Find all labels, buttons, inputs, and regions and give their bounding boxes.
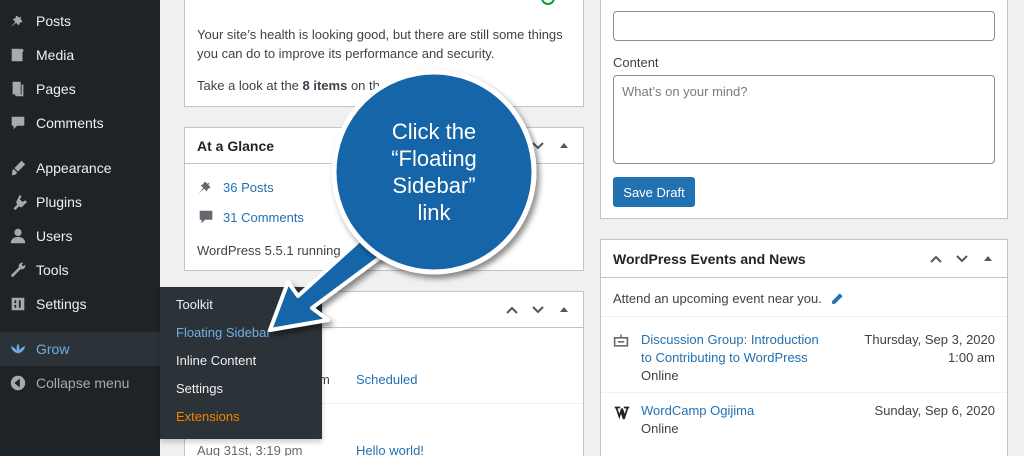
chevron-up-icon[interactable] [925, 248, 947, 270]
site-health-box: Your site’s health is looking good, but … [184, 0, 584, 107]
event-title-line1[interactable]: Discussion Group: Introduction [641, 332, 819, 347]
glance-posts-row: 36 Posts [197, 178, 274, 196]
submenu-floating-sidebar[interactable]: Floating Sidebar [160, 319, 322, 347]
wordpress-version: WordPress 5.5.1 running [197, 243, 341, 258]
comments-icon [199, 210, 213, 224]
submenu-settings[interactable]: Settings [160, 375, 322, 403]
glance-comments-row: 31 Comments [197, 208, 304, 226]
grow-submenu: Toolkit Floating Sidebar Inline Content … [160, 287, 322, 439]
collapse-icon [0, 374, 36, 392]
toggle-panel-icon[interactable] [977, 248, 999, 270]
submenu-inline-content[interactable]: Inline Content [160, 347, 322, 375]
draft-title-input[interactable] [613, 11, 995, 41]
event-time: 1:00 am [948, 350, 995, 365]
health-text-post: on th [347, 78, 380, 93]
tools-icon [0, 261, 36, 279]
menu-label: Collapse menu [36, 375, 130, 391]
event-title-line1[interactable]: WordCamp Ogijima [641, 403, 754, 418]
appearance-icon [0, 159, 36, 177]
menu-label: Appearance [36, 160, 112, 176]
pin-icon [198, 178, 211, 194]
menu-item-appearance[interactable]: Appearance [0, 151, 160, 185]
divider [601, 316, 1007, 317]
menu-item-comments[interactable]: Comments [0, 106, 160, 140]
submenu-toolkit[interactable]: Toolkit [160, 291, 322, 319]
divider [601, 392, 1007, 393]
menu-item-grow[interactable]: Grow [0, 332, 160, 366]
media-icon [0, 46, 36, 64]
events-intro-row: Attend an upcoming event near you. [613, 291, 844, 306]
callout-line: Click the [391, 119, 477, 144]
menu-label: Plugins [36, 194, 82, 210]
event-title-line2[interactable]: to Contributing to WordPress [641, 350, 808, 365]
save-draft-button[interactable]: Save Draft [613, 177, 695, 207]
users-icon [0, 227, 36, 245]
callout-line: “Floating [391, 146, 477, 171]
menu-item-pages[interactable]: Pages [0, 72, 160, 106]
menu-label: Settings [36, 296, 87, 312]
health-text-pre: Take a look at the [197, 78, 303, 93]
menu-label: Posts [36, 13, 72, 29]
menu-label: Users [36, 228, 73, 244]
activity-date: Aug 31st, 3:19 pm [197, 443, 303, 456]
admin-sidebar: Posts Media Pages Comments Appearance Pl… [0, 0, 160, 456]
pin-icon [0, 12, 36, 30]
event-date: Thursday, Sep 3, 2020 [864, 332, 995, 347]
menu-label: Media [36, 47, 75, 63]
health-items-count: 8 items [302, 78, 348, 93]
menu-item-plugins[interactable]: Plugins [0, 185, 160, 219]
quick-draft-box: Content What’s on your mind? Save Draft [600, 0, 1008, 219]
health-text-line2: you can do to improve its performance an… [197, 46, 495, 61]
toggle-panel-icon[interactable] [553, 135, 575, 157]
chevron-up-icon[interactable] [501, 299, 523, 321]
submenu-extensions[interactable]: Extensions [160, 403, 322, 431]
menu-item-tools[interactable]: Tools [0, 253, 160, 287]
chevron-down-icon[interactable] [527, 299, 549, 321]
event-location: Online [641, 368, 679, 383]
comments-count-link[interactable]: 31 Comments [223, 210, 304, 225]
wordcamp-icon [614, 406, 630, 420]
current-menu-arrow [152, 341, 160, 357]
settings-icon [0, 295, 36, 313]
chevron-down-icon[interactable] [527, 135, 549, 157]
plugins-icon [0, 193, 36, 211]
menu-item-settings[interactable]: Settings [0, 287, 160, 321]
draft-content-textarea[interactable]: What’s on your mind? [613, 75, 995, 164]
menu-label: Grow [36, 341, 70, 357]
health-ring-icon [541, 0, 555, 5]
callout-line: Sidebar” [392, 173, 476, 198]
event-date: Sunday, Sep 6, 2020 [874, 403, 995, 418]
box-title: WordPress Events and News [613, 250, 806, 267]
menu-label: Tools [36, 262, 69, 278]
collapse-menu-button[interactable]: Collapse menu [0, 366, 160, 400]
health-text-line1: Your site’s health is looking good, but … [197, 27, 563, 42]
comments-icon [0, 114, 36, 132]
meetup-icon [613, 334, 629, 347]
grow-icon [0, 340, 36, 358]
content-label: Content [613, 55, 659, 70]
chevron-down-icon[interactable] [951, 248, 973, 270]
menu-label: Comments [36, 115, 104, 131]
content-placeholder: What’s on your mind? [622, 84, 748, 99]
events-news-box: WordPress Events and News Attend an upco… [600, 239, 1008, 456]
menu-item-media[interactable]: Media [0, 38, 160, 72]
menu-item-users[interactable]: Users [0, 219, 160, 253]
pencil-icon[interactable] [830, 292, 844, 306]
menu-item-posts[interactable]: Posts [0, 4, 160, 38]
events-intro-text: Attend an upcoming event near you. [613, 291, 822, 306]
pages-icon [0, 80, 36, 98]
hello-world-link[interactable]: Hello world! [356, 443, 424, 456]
callout-text: Click the “Floating Sidebar” link [372, 118, 496, 226]
posts-count-link[interactable]: 36 Posts [223, 180, 274, 195]
health-text-line3: Take a look at the 8 items on th [197, 76, 380, 96]
menu-label: Pages [36, 81, 76, 97]
callout-line: link [417, 200, 451, 225]
events-header: WordPress Events and News [601, 240, 1007, 278]
scheduled-post-link[interactable]: Scheduled [356, 372, 417, 387]
toggle-panel-icon[interactable] [553, 299, 575, 321]
event-location: Online [641, 421, 679, 436]
